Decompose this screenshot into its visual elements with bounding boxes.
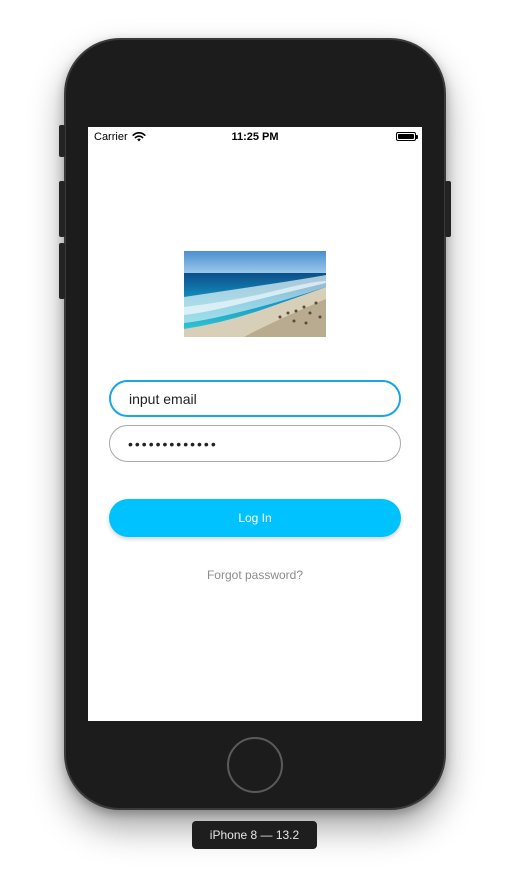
- power-button: [445, 181, 451, 237]
- home-button-icon[interactable]: [227, 737, 283, 793]
- mute-switch: [59, 125, 65, 157]
- email-input-value: input email: [129, 390, 197, 407]
- volume-up-button: [59, 181, 65, 237]
- forgot-password-link[interactable]: Forgot password?: [88, 568, 422, 582]
- email-input[interactable]: input email: [109, 380, 401, 417]
- volume-down-button: [59, 243, 65, 299]
- status-bar: Carrier 11:25 PM: [88, 127, 422, 147]
- password-input-value: •••••••••••••: [128, 435, 218, 452]
- beach-image: [184, 251, 326, 337]
- simulator-device-label: iPhone 8 — 13.2: [192, 821, 317, 849]
- password-input[interactable]: •••••••••••••: [109, 425, 401, 462]
- battery-icon: [396, 132, 418, 141]
- login-button[interactable]: Log In: [109, 499, 401, 537]
- app-screen: Carrier 11:25 PM input email •••••••••••…: [88, 127, 422, 721]
- login-button-label: Log In: [238, 511, 272, 525]
- clock: 11:25 PM: [231, 131, 279, 143]
